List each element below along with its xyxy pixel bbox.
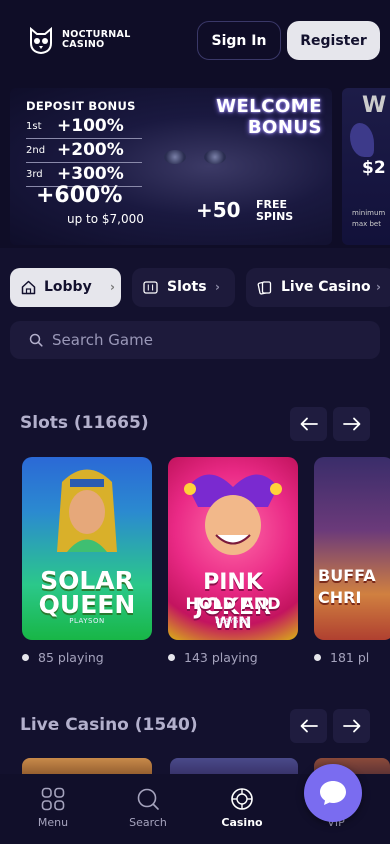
welcome-line1: WELCOME bbox=[216, 96, 322, 117]
bonus-row-value: +100% bbox=[57, 116, 124, 136]
game-provider: PLAYSON bbox=[69, 617, 105, 625]
player-count: 181 pl bbox=[314, 650, 390, 665]
owl-logo-icon bbox=[30, 26, 52, 54]
search-icon bbox=[29, 333, 43, 347]
live-prev-button[interactable] bbox=[290, 709, 327, 743]
sign-in-button[interactable]: Sign In bbox=[197, 21, 281, 60]
tab-lobby[interactable]: Lobby › bbox=[10, 268, 121, 307]
live-next-button[interactable] bbox=[333, 709, 370, 743]
game-title-line2: HOLD AND WIN bbox=[185, 594, 281, 632]
arrow-right-icon bbox=[342, 719, 360, 733]
game-title: SOLAR QUEEN bbox=[22, 568, 152, 619]
owl-eye-left bbox=[164, 150, 186, 164]
game-title-line2: QUEEN bbox=[38, 590, 136, 619]
total-bonus: +600% bbox=[36, 183, 123, 208]
nav-menu[interactable]: Menu bbox=[13, 774, 93, 844]
game-card-buffalo[interactable]: BUFFA CHRI bbox=[314, 457, 390, 640]
promo-terms-line2: max bet bbox=[352, 220, 381, 228]
game-card-solar-queen[interactable]: SOLAR QUEEN PLAYSON bbox=[22, 457, 152, 640]
bonus-row-label: 2nd bbox=[26, 145, 46, 156]
joker-artwork bbox=[184, 474, 282, 555]
promo-terms-line1: minimum bbox=[352, 209, 386, 217]
bonus-cap: up to $7,000 bbox=[67, 212, 144, 226]
chevron-right-icon: › bbox=[376, 280, 381, 294]
player-count: 85 playing bbox=[22, 650, 104, 665]
player-count: 143 playing bbox=[168, 650, 258, 665]
promo-amount: $2 bbox=[362, 158, 386, 178]
player-count-text: 143 playing bbox=[184, 650, 258, 665]
bonus-row-value: +200% bbox=[57, 140, 124, 160]
arrow-right-icon bbox=[342, 417, 360, 431]
chevron-right-icon: › bbox=[110, 280, 115, 294]
owl-eye-right bbox=[204, 150, 226, 164]
nav-search[interactable]: Search bbox=[108, 774, 188, 844]
logo[interactable]: NOCTURNAL CASINO bbox=[28, 26, 131, 54]
tab-label: Live Casino bbox=[281, 279, 371, 295]
search-input[interactable] bbox=[52, 329, 362, 351]
pharaoh-queen-artwork bbox=[57, 469, 117, 552]
live-casino-section-title: Live Casino (1540) bbox=[20, 715, 198, 735]
bonus-row-value: +300% bbox=[57, 164, 124, 184]
slots-prev-button[interactable] bbox=[290, 407, 327, 441]
live-dot bbox=[22, 654, 29, 661]
nav-label: Casino bbox=[221, 816, 263, 829]
slot-machine-icon bbox=[143, 281, 158, 294]
welcome-line2: BONUS bbox=[247, 117, 322, 138]
game-title-line2: CHRI bbox=[318, 588, 362, 607]
logo-text: NOCTURNAL CASINO bbox=[62, 30, 131, 50]
deposit-bonus-title: DEPOSIT BONUS bbox=[26, 99, 136, 113]
chevron-right-icon: › bbox=[215, 280, 220, 294]
top-header: NOCTURNAL CASINO Sign In Register bbox=[0, 0, 390, 80]
divider bbox=[26, 162, 142, 163]
arrow-left-icon bbox=[300, 417, 318, 431]
arrow-left-icon bbox=[300, 719, 318, 733]
promo-terms: minimum max bet bbox=[352, 208, 385, 230]
game-provider: PLAYSON bbox=[215, 617, 251, 625]
live-chat-button[interactable] bbox=[304, 764, 362, 822]
chat-bubble-icon bbox=[320, 781, 346, 805]
bonus-row-label: 3rd bbox=[26, 169, 43, 180]
logo-line2: CASINO bbox=[62, 39, 105, 50]
grid-icon bbox=[41, 787, 65, 811]
live-dot bbox=[314, 654, 321, 661]
slots-next-button[interactable] bbox=[333, 407, 370, 441]
free-spins-label: FREE SPINS bbox=[256, 199, 293, 223]
player-count-text: 85 playing bbox=[38, 650, 104, 665]
secondary-promo-banner[interactable]: W $2 minimum max bet bbox=[342, 88, 390, 245]
roulette-icon bbox=[231, 788, 253, 810]
nav-casino[interactable]: Casino bbox=[202, 774, 282, 844]
bonus-row-label: 1st bbox=[26, 121, 42, 132]
home-icon bbox=[21, 280, 36, 295]
game-card-pink-joker[interactable]: PINK JOKER HOLD AND WIN PLAYSON bbox=[168, 457, 298, 640]
welcome-bonus-banner[interactable]: DEPOSIT BONUS 1st +100% 2nd +200% 3rd +3… bbox=[10, 88, 332, 245]
register-button[interactable]: Register bbox=[287, 21, 380, 60]
search-bar[interactable] bbox=[10, 321, 380, 359]
free-spins-count: +50 bbox=[196, 198, 241, 222]
nav-label: Menu bbox=[37, 816, 69, 829]
tab-slots[interactable]: Slots › bbox=[132, 268, 235, 307]
tab-label: Lobby bbox=[44, 279, 92, 295]
tab-label: Slots bbox=[167, 279, 207, 295]
player-count-text: 181 pl bbox=[330, 650, 370, 665]
nav-label: Search bbox=[129, 816, 167, 829]
game-title-line1: BUFFA bbox=[318, 566, 376, 585]
welcome-bonus-heading: WELCOME BONUS bbox=[216, 96, 322, 138]
promo-heading-fragment: W bbox=[362, 93, 387, 118]
cards-icon bbox=[257, 281, 272, 295]
tab-live-casino[interactable]: Live Casino › bbox=[246, 268, 390, 307]
slots-section-title: Slots (11665) bbox=[20, 413, 149, 433]
promo-artwork bbox=[350, 123, 374, 157]
search-icon bbox=[137, 788, 159, 810]
free-spins-line2: SPINS bbox=[256, 210, 294, 223]
game-title: BUFFA CHRI bbox=[318, 565, 376, 609]
divider bbox=[26, 138, 142, 139]
live-dot bbox=[168, 654, 175, 661]
